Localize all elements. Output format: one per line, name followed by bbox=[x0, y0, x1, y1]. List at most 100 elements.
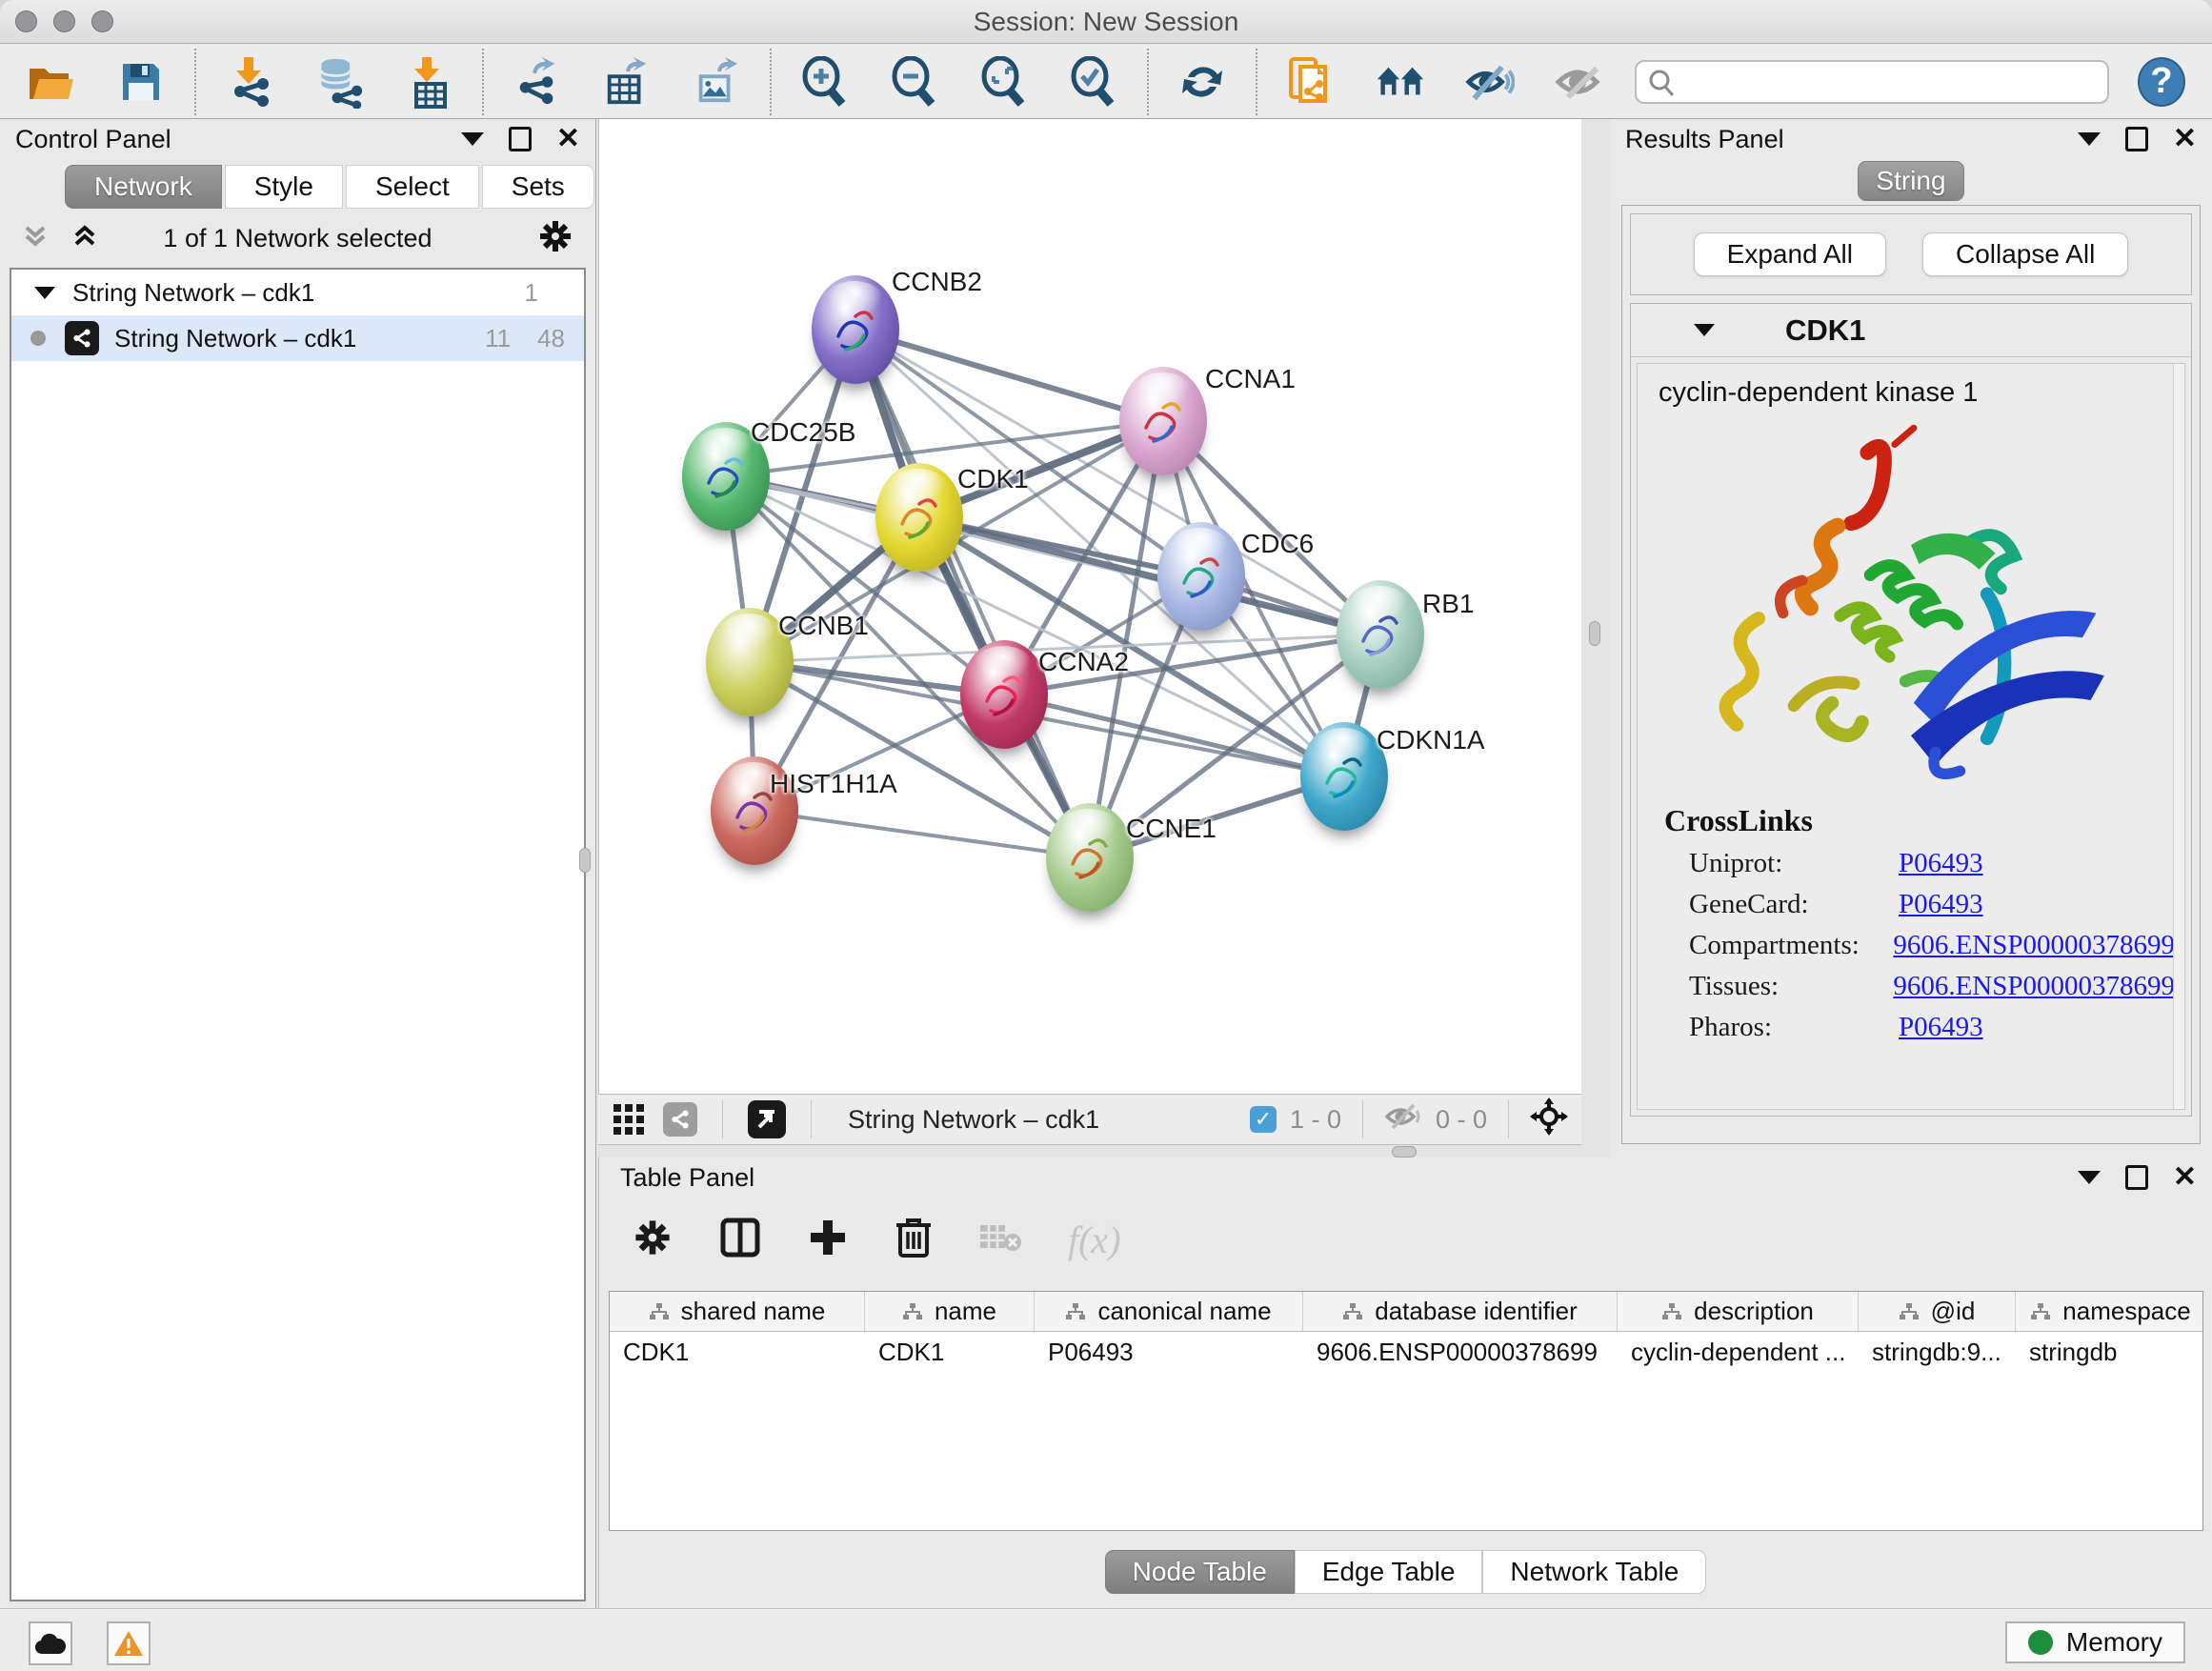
left-splitter-grip[interactable] bbox=[579, 848, 591, 873]
collection-label: String Network – cdk1 bbox=[72, 278, 314, 308]
warnings-button[interactable] bbox=[107, 1621, 151, 1665]
hide-show-graphics-icon[interactable] bbox=[1465, 57, 1515, 107]
add-column-icon[interactable] bbox=[807, 1217, 849, 1263]
copy-string-network-icon[interactable] bbox=[1286, 57, 1336, 107]
tab-string[interactable]: String bbox=[1858, 161, 1964, 201]
column-header-@id[interactable]: @id bbox=[1859, 1292, 2016, 1331]
table-panel-float-icon[interactable] bbox=[2125, 1165, 2148, 1190]
collapse-all-button[interactable]: Collapse All bbox=[1922, 232, 2128, 276]
table-cell[interactable]: P06493 bbox=[1035, 1332, 1303, 1372]
birdseye-grid-icon[interactable] bbox=[612, 1100, 646, 1139]
horizontal-splitter-grip[interactable] bbox=[1392, 1146, 1417, 1158]
results-panel-float-icon[interactable] bbox=[2125, 127, 2148, 151]
pan-crosshair-icon[interactable] bbox=[1530, 1097, 1568, 1142]
crosslink-link[interactable]: 9606.ENSP00000378699 bbox=[1893, 971, 2175, 1002]
crosslink-label: Uniprot: bbox=[1689, 848, 1899, 879]
table-cell[interactable]: CDK1 bbox=[610, 1332, 865, 1372]
network-canvas[interactable]: CCNB2CCNA1CDC25BCDK1CDC6RB1CCNB1CCNA2CDK… bbox=[598, 119, 1581, 1094]
network-node-CCNA1[interactable] bbox=[1119, 367, 1207, 475]
column-header-description[interactable]: description bbox=[1618, 1292, 1859, 1331]
right-splitter-grip[interactable] bbox=[1589, 621, 1600, 646]
zoom-fit-content-icon[interactable] bbox=[979, 57, 1029, 107]
column-label: @id bbox=[1931, 1297, 1976, 1326]
table-cell[interactable]: CDK1 bbox=[865, 1332, 1035, 1372]
column-header-namespace[interactable]: namespace bbox=[2016, 1292, 2203, 1331]
network-edge[interactable] bbox=[855, 330, 1163, 421]
function-builder-icon: f(x) bbox=[1068, 1218, 1121, 1262]
network-node-CCNB2[interactable] bbox=[812, 275, 899, 384]
tab-style[interactable]: Style bbox=[225, 165, 343, 209]
column-header-name[interactable]: name bbox=[865, 1292, 1035, 1331]
search-input[interactable] bbox=[1635, 60, 2109, 104]
node-structure-thumbnail-icon bbox=[891, 486, 948, 553]
save-session-icon[interactable] bbox=[116, 57, 166, 107]
crosslink-link[interactable]: P06493 bbox=[1899, 889, 1983, 920]
memory-button[interactable]: Memory bbox=[2005, 1621, 2185, 1663]
table-cell[interactable]: cyclin-dependent ... bbox=[1618, 1332, 1859, 1372]
control-panel-float-icon[interactable] bbox=[509, 127, 532, 151]
import-network-from-file-icon[interactable] bbox=[225, 57, 274, 107]
crosslink-link[interactable]: P06493 bbox=[1899, 848, 1983, 879]
network-edge[interactable] bbox=[754, 811, 1090, 857]
delete-column-icon[interactable] bbox=[895, 1216, 933, 1264]
export-image-icon[interactable] bbox=[692, 57, 741, 107]
open-session-icon[interactable] bbox=[27, 57, 76, 107]
table-panel-menu-caret[interactable] bbox=[2078, 1171, 2101, 1184]
network-node-CCNE1[interactable] bbox=[1046, 803, 1134, 912]
table-cell[interactable]: stringdb:9... bbox=[1859, 1332, 2016, 1372]
table-options-gear-icon[interactable] bbox=[632, 1217, 674, 1263]
tab-network-table[interactable]: Network Table bbox=[1482, 1550, 1706, 1594]
selected-checkbox-icon[interactable]: ✓ bbox=[1250, 1106, 1277, 1133]
column-header-shared-name[interactable]: shared name bbox=[610, 1292, 865, 1331]
table-cell[interactable]: stringdb bbox=[2016, 1332, 2203, 1372]
table-cell[interactable]: 9606.ENSP00000378699 bbox=[1303, 1332, 1618, 1372]
refresh-view-icon[interactable] bbox=[1177, 57, 1227, 107]
zoom-in-icon[interactable] bbox=[800, 57, 850, 107]
help-button[interactable]: ? bbox=[2138, 57, 2185, 107]
results-panel: Results Panel ✕ String Expand All Collap… bbox=[1610, 119, 2212, 1158]
network-node-CDK1[interactable] bbox=[875, 463, 963, 572]
network-node-CDC6[interactable] bbox=[1157, 522, 1245, 631]
home-icon[interactable] bbox=[1376, 57, 1425, 107]
detach-view-icon[interactable] bbox=[748, 1100, 786, 1138]
table-row[interactable]: CDK1CDK1P064939606.ENSP00000378699cyclin… bbox=[610, 1332, 2202, 1372]
presentation-eye-icon[interactable] bbox=[1555, 57, 1604, 107]
control-panel-menu-caret[interactable] bbox=[461, 132, 484, 146]
results-scrollbar[interactable] bbox=[2173, 364, 2184, 1109]
results-panel-close-icon[interactable]: ✕ bbox=[2173, 125, 2197, 153]
column-header-canonical-name[interactable]: canonical name bbox=[1035, 1292, 1303, 1331]
network-collection-row[interactable]: String Network – cdk1 1 bbox=[11, 270, 584, 315]
expand-all-button[interactable]: Expand All bbox=[1694, 232, 1886, 276]
network-node-RB1[interactable] bbox=[1337, 580, 1424, 689]
network-node-CCNA2[interactable] bbox=[960, 640, 1048, 749]
export-network-icon[interactable] bbox=[513, 57, 562, 107]
crosslink-link[interactable]: P06493 bbox=[1899, 1012, 1983, 1043]
expand-all-networks-icon[interactable] bbox=[21, 222, 50, 255]
show-columns-icon[interactable] bbox=[719, 1217, 761, 1263]
collapse-all-networks-icon[interactable] bbox=[70, 222, 99, 255]
import-table-from-file-icon[interactable] bbox=[404, 57, 453, 107]
tab-network[interactable]: Network bbox=[65, 165, 222, 209]
tab-node-table[interactable]: Node Table bbox=[1105, 1550, 1295, 1594]
collection-expander-icon[interactable] bbox=[34, 287, 55, 299]
protein-section-header[interactable]: CDK1 bbox=[1631, 304, 2191, 357]
network-options-gear-icon[interactable] bbox=[536, 217, 574, 260]
network-node-CDKN1A[interactable] bbox=[1300, 722, 1388, 831]
tab-edge-table[interactable]: Edge Table bbox=[1295, 1550, 1483, 1594]
cloud-status-button[interactable] bbox=[29, 1621, 72, 1665]
tab-select[interactable]: Select bbox=[346, 165, 479, 209]
crosslink-label: GeneCard: bbox=[1689, 889, 1899, 920]
column-header-database-identifier[interactable]: database identifier bbox=[1303, 1292, 1618, 1331]
control-panel-close-icon[interactable]: ✕ bbox=[556, 125, 580, 153]
tab-sets[interactable]: Sets bbox=[482, 165, 594, 209]
results-panel-menu-caret[interactable] bbox=[2078, 132, 2101, 146]
table-panel-close-icon[interactable]: ✕ bbox=[2173, 1163, 2197, 1192]
network-row[interactable]: String Network – cdk1 11 48 bbox=[11, 315, 584, 361]
zoom-out-icon[interactable] bbox=[890, 57, 939, 107]
zoom-selected-icon[interactable] bbox=[1069, 57, 1118, 107]
crosslink-link[interactable]: 9606.ENSP00000378699 bbox=[1893, 930, 2175, 961]
export-table-icon[interactable] bbox=[602, 57, 652, 107]
import-network-from-database-icon[interactable] bbox=[314, 57, 364, 107]
network-view-area: CCNB2CCNA1CDC25BCDK1CDC6RB1CCNB1CCNA2CDK… bbox=[598, 119, 1581, 1158]
protein-expander-icon[interactable] bbox=[1694, 324, 1715, 336]
